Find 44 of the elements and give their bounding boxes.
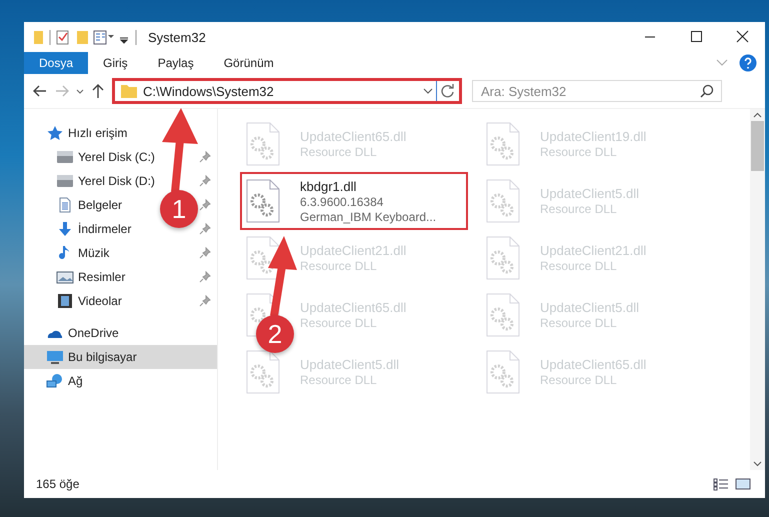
pin-icon[interactable]	[199, 175, 211, 187]
window-title: System32	[148, 30, 206, 44]
ribbon-tab[interactable]: Paylaş	[142, 52, 209, 74]
pin-icon[interactable]	[199, 199, 211, 211]
file-gear-icon	[486, 293, 520, 337]
file-gear-icon	[486, 122, 520, 166]
search-field[interactable]: Ara: System32	[472, 80, 722, 102]
search-icon[interactable]	[700, 84, 714, 98]
pin-icon[interactable]	[199, 295, 211, 307]
sidebar-item[interactable]: Yerel Disk (C:)	[24, 145, 158, 169]
large-icons-view-icon[interactable]	[735, 477, 751, 491]
pin-icon[interactable]	[199, 223, 211, 235]
sidebar-item[interactable]: Resimler	[24, 265, 158, 289]
sidebar-item[interactable]: Müzik	[24, 241, 158, 265]
file-name[interactable]: kbdgr1.dll	[300, 178, 436, 194]
file-gear-icon	[246, 179, 280, 223]
details-view-icon[interactable]	[713, 477, 729, 491]
folder-icon	[121, 84, 137, 98]
item-count: 165 öğe	[36, 477, 80, 491]
file-gear-icon	[486, 179, 520, 223]
address-bar[interactable]: C:\Windows\System32	[112, 78, 462, 104]
ribbon-tab[interactable]: Dosya	[24, 52, 88, 74]
sidebar-item[interactable]: Videolar	[24, 289, 158, 313]
file-detail: German_IBM Keyboard...	[300, 210, 436, 224]
scroll-thumb[interactable]	[751, 121, 764, 171]
file-gear-icon	[246, 122, 280, 166]
file-detail: 6.3.9600.16384	[300, 194, 384, 208]
file-gear-icon	[246, 350, 280, 394]
ribbon-tab[interactable]: Görünüm	[208, 52, 289, 74]
file-gear-icon	[486, 350, 520, 394]
pin-icon[interactable]	[199, 271, 211, 283]
pin-icon[interactable]	[199, 151, 211, 163]
sidebar-item[interactable]: Bu bilgisayar	[24, 345, 217, 369]
sidebar-item[interactable]: OneDrive	[24, 321, 158, 345]
help-icon[interactable]	[739, 54, 757, 72]
sidebar-item[interactable]: Ağ	[24, 369, 158, 393]
sidebar-item[interactable]: Hızlı erişim	[24, 121, 158, 145]
sidebar-item[interactable]: Belgeler	[24, 193, 158, 217]
vertical-scrollbar[interactable]	[750, 109, 765, 470]
ribbon-tab[interactable]: Giriş	[88, 52, 143, 74]
pin-icon[interactable]	[199, 247, 211, 259]
sidebar-item[interactable]: Yerel Disk (D:)	[24, 169, 158, 193]
file-gear-icon	[486, 236, 520, 280]
sidebar-item[interactable]: İndirmeler	[24, 217, 158, 241]
